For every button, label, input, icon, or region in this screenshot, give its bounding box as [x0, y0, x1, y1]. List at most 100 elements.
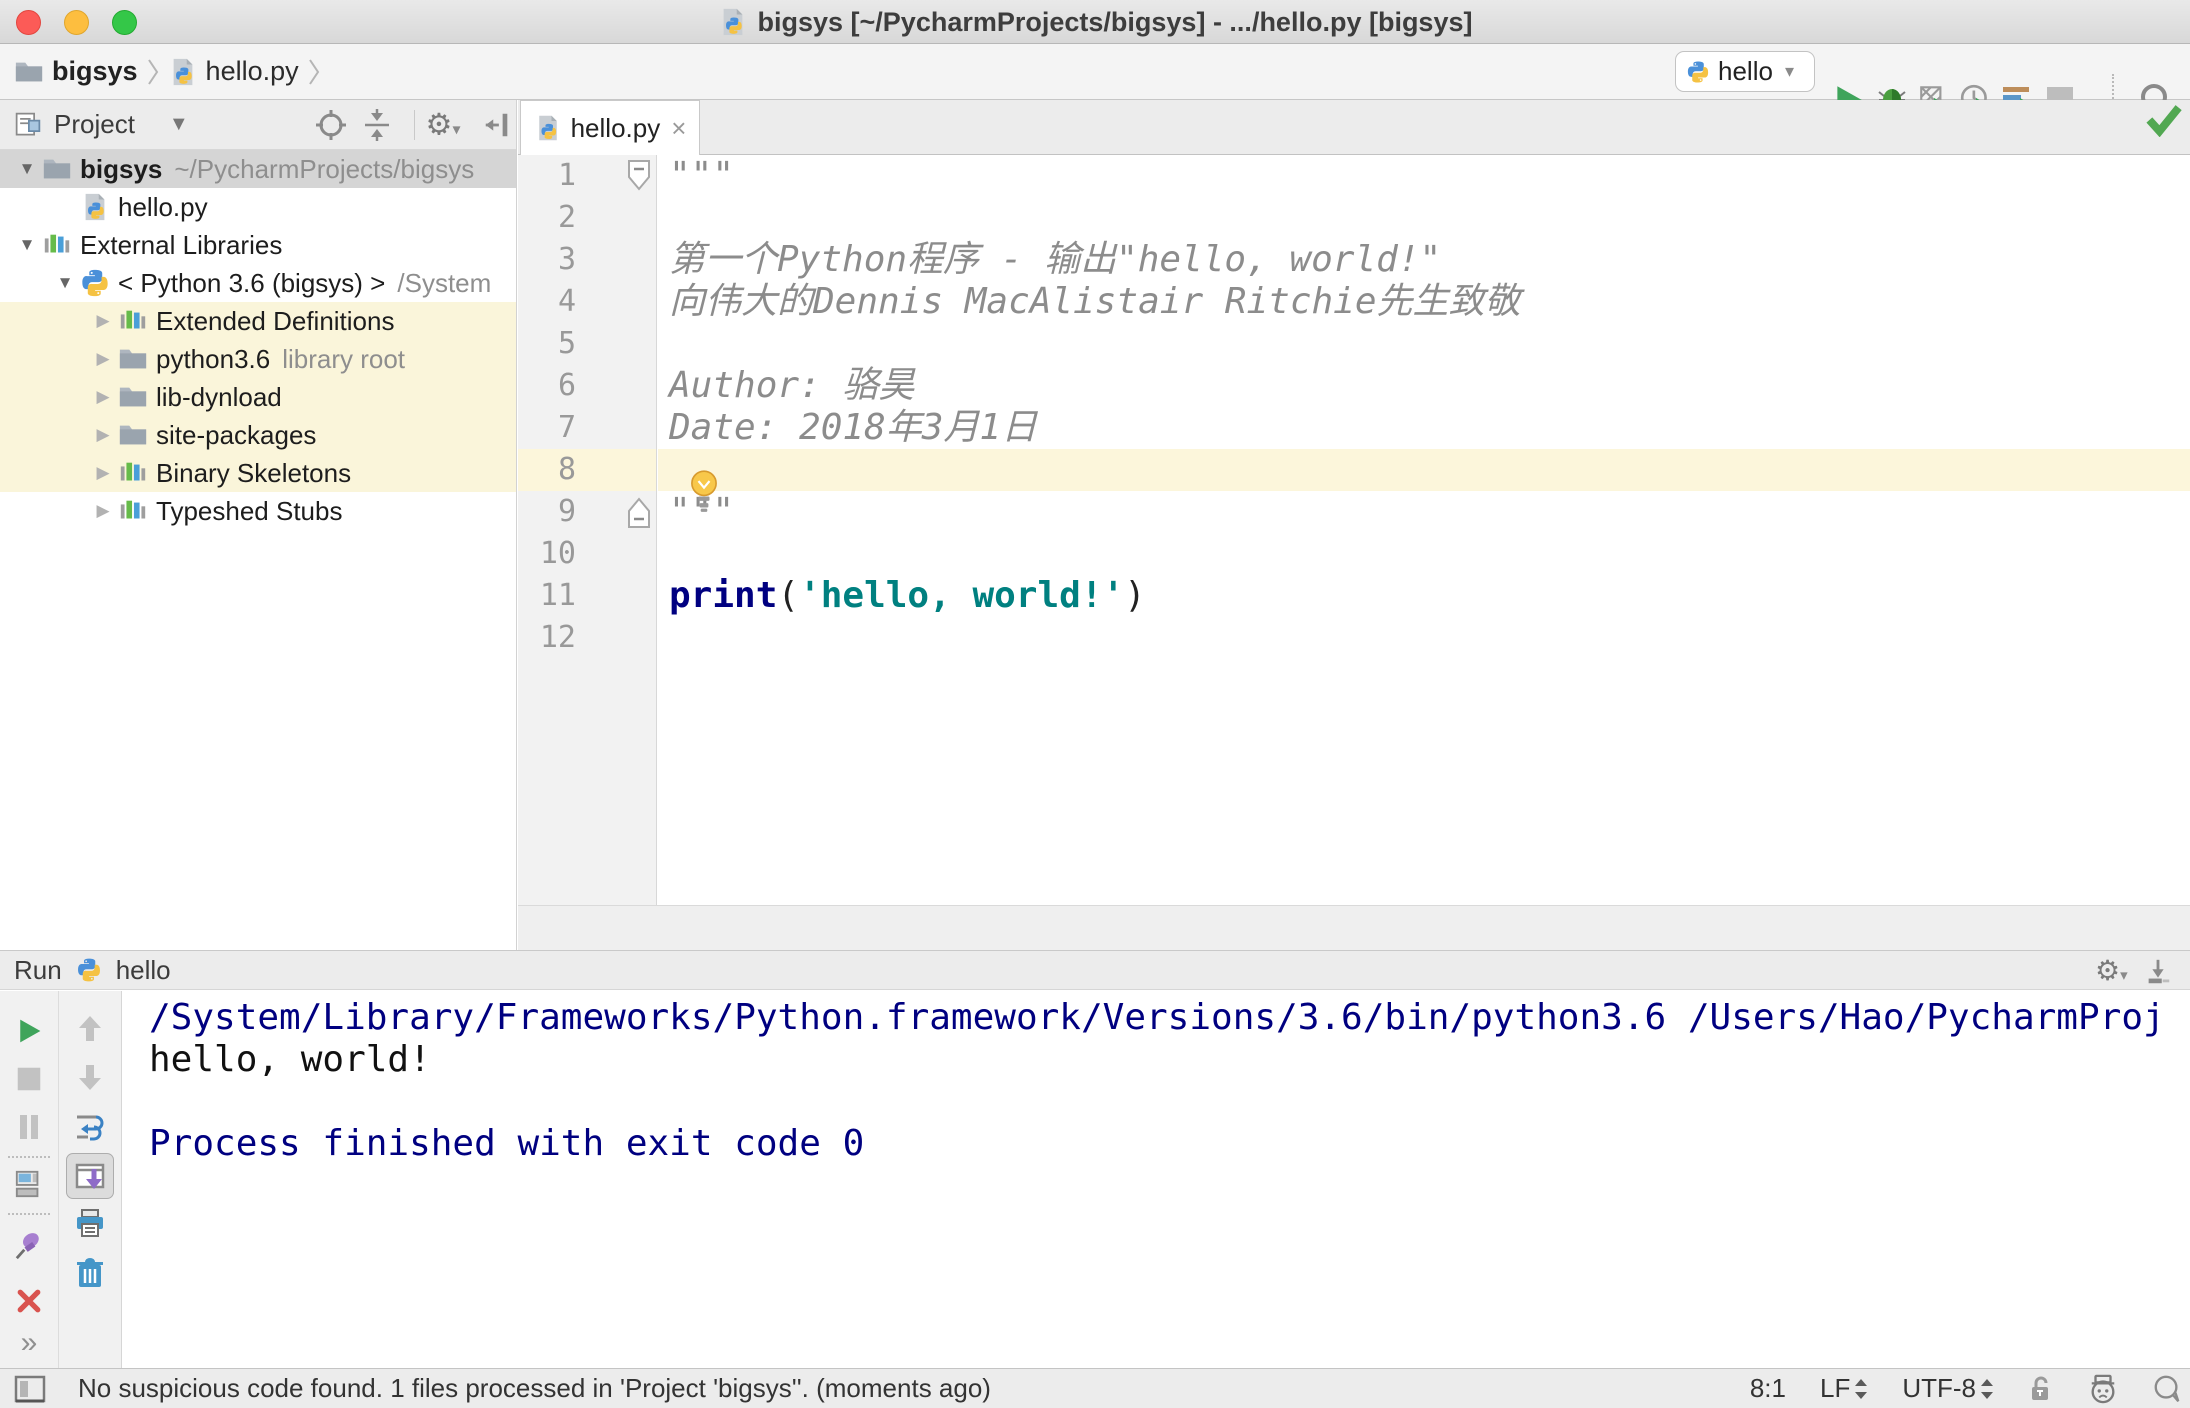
code-line-6[interactable]: Author: 骆昊 [658, 365, 2190, 407]
tree-down-arrow-icon[interactable]: ▼ [12, 235, 42, 255]
rerun-button[interactable] [15, 1017, 43, 1045]
console-output[interactable]: /System/Library/Frameworks/Python.framew… [123, 991, 2190, 1369]
locate-file-icon[interactable] [315, 109, 347, 141]
scroll-to-end-button[interactable] [74, 1160, 106, 1192]
intention-bulb-icon[interactable] [686, 469, 722, 513]
chevron-right-icon [307, 57, 321, 87]
folder-icon [118, 344, 148, 374]
hide-run-panel-icon[interactable] [2143, 957, 2173, 987]
run-panel-title[interactable]: Run [14, 955, 62, 986]
tree-item-suffix: library root [282, 343, 406, 374]
run-toolbar-separator [58, 991, 59, 1369]
print-console-button[interactable] [74, 1207, 106, 1239]
library-icon [118, 306, 148, 336]
caret-position-widget[interactable]: 8:1 [1750, 1373, 1786, 1404]
stop-process-button[interactable] [16, 1066, 42, 1092]
code-line-5[interactable] [658, 323, 2190, 365]
gear-icon[interactable]: ⚙▾ [2095, 954, 2128, 987]
code-line-1[interactable]: """ [658, 155, 2190, 197]
tree-item-binary-skeletons[interactable]: ▶ Binary Skeletons [0, 454, 516, 492]
tree-item-suffix: /System [397, 267, 492, 298]
pin-tab-button[interactable] [14, 1231, 44, 1261]
chevron-down-icon[interactable]: ▼ [169, 113, 189, 136]
code-line-2[interactable] [658, 197, 2190, 239]
line-number[interactable]: 10 [518, 533, 656, 575]
code-line-8[interactable] [658, 449, 2190, 491]
soft-wrap-button[interactable] [74, 1111, 106, 1143]
collapse-all-icon[interactable] [361, 109, 393, 141]
run-configuration-select[interactable]: hello ▾ [1675, 51, 1815, 92]
editor-gutter[interactable]: 1 2 3 4 5 6 7 8 9 10 11 12 [518, 155, 657, 905]
panel-header-separator [414, 110, 415, 140]
line-number[interactable]: 11 [518, 575, 656, 617]
line-number[interactable]: 2 [518, 197, 656, 239]
panel-title[interactable]: Project [54, 109, 135, 140]
tree-item-typeshed-stubs[interactable]: ▶ Typeshed Stubs [0, 492, 516, 530]
code-line-11[interactable]: print('hello, world!') [658, 575, 2190, 617]
fold-end-icon[interactable] [626, 495, 656, 531]
code-editor[interactable]: """ 第一个Python程序 - 输出"hello, world!" 向伟大的De… [658, 155, 2190, 905]
more-actions-chevrons[interactable]: » [21, 1326, 38, 1360]
breadcrumb-project[interactable]: bigsys [52, 56, 138, 87]
tree-right-arrow-icon[interactable]: ▶ [88, 501, 118, 521]
tree-down-arrow-icon[interactable]: ▼ [12, 159, 42, 179]
status-bar: No suspicious code found. 1 files proces… [0, 1368, 2190, 1408]
tree-item--python-3.6-bigsys-[interactable]: ▼ < Python 3.6 (bigsys) > /System [0, 264, 516, 302]
inspection-ok-icon[interactable] [2146, 103, 2182, 137]
toolwindow-switcher-icon[interactable] [14, 1375, 46, 1403]
python-icon [76, 957, 102, 983]
updown-arrows-icon [1981, 1378, 1993, 1399]
line-number[interactable]: 6 [518, 365, 656, 407]
restore-layout-button[interactable] [14, 1169, 44, 1199]
code-line-3[interactable]: 第一个Python程序 - 输出"hello, world!" [658, 239, 2190, 281]
code-line-7[interactable]: Date: 2018年3月1日 [658, 407, 2190, 449]
gear-icon[interactable]: ⚙▾ [426, 108, 461, 143]
clear-console-button[interactable] [75, 1257, 105, 1289]
line-number[interactable]: 7 [518, 407, 656, 449]
run-tab-name[interactable]: hello [116, 955, 171, 986]
unlock-icon[interactable] [2028, 1375, 2054, 1403]
toolbar-dotted-separator [8, 1156, 50, 1158]
breadcrumb-file[interactable]: hello.py [206, 56, 299, 87]
pause-output-button[interactable] [17, 1113, 41, 1141]
tree-down-arrow-icon[interactable]: ▼ [50, 273, 80, 293]
chevron-down-icon: ▾ [1784, 61, 1794, 81]
tree-item-python3.6[interactable]: ▶ python3.6 library root [0, 340, 516, 378]
code-line-10[interactable] [658, 533, 2190, 575]
line-number[interactable]: 5 [518, 323, 656, 365]
close-run-panel-button[interactable] [15, 1287, 43, 1315]
line-number[interactable]: 3 [518, 239, 656, 281]
tree-right-arrow-icon[interactable]: ▶ [88, 311, 118, 331]
close-tab-icon[interactable]: × [671, 113, 686, 144]
down-stack-trace-button[interactable] [77, 1062, 103, 1092]
tree-right-arrow-icon[interactable]: ▶ [88, 349, 118, 369]
code-line-4[interactable]: 向伟大的Dennis MacAlistair Ritchie先生致敬 [658, 281, 2190, 323]
line-number[interactable]: 12 [518, 617, 656, 659]
encoding-widget[interactable]: UTF-8 [1902, 1373, 1994, 1404]
notification-bubble-icon[interactable] [2152, 1374, 2182, 1404]
tab-hello-py[interactable]: hello.py × [520, 100, 700, 155]
status-message[interactable]: No suspicious code found. 1 files proces… [78, 1373, 991, 1404]
tree-item-hello.py[interactable]: hello.py [0, 188, 516, 226]
tree-item-external-libraries[interactable]: ▼ External Libraries [0, 226, 516, 264]
line-separator-widget[interactable]: LF [1820, 1373, 1868, 1404]
up-stack-trace-button[interactable] [77, 1014, 103, 1044]
tree-right-arrow-icon[interactable]: ▶ [88, 463, 118, 483]
token-plain: ( [777, 575, 800, 616]
tree-right-arrow-icon[interactable]: ▶ [88, 425, 118, 445]
hide-panel-icon[interactable] [482, 110, 512, 140]
tree-item-site-packages[interactable]: ▶ site-packages [0, 416, 516, 454]
token-keyword: print [669, 575, 778, 616]
hector-inspector-icon[interactable] [2088, 1374, 2118, 1404]
tree-item-lib-dynload[interactable]: ▶ lib-dynload [0, 378, 516, 416]
line-number[interactable]: 4 [518, 281, 656, 323]
fold-start-icon[interactable] [626, 159, 656, 195]
tree-item-extended-definitions[interactable]: ▶ Extended Definitions [0, 302, 516, 340]
line-number[interactable]: 8 [518, 449, 656, 491]
code-line-9[interactable]: """ [658, 491, 2190, 533]
tree-right-arrow-icon[interactable]: ▶ [88, 387, 118, 407]
tree-item-bigsys[interactable]: ▼ bigsys ~/PycharmProjects/bigsys [0, 150, 516, 188]
code-line-12[interactable] [658, 617, 2190, 659]
run-tool-window: Run hello ⚙▾ » /System/Library/Framework… [0, 950, 2190, 1369]
